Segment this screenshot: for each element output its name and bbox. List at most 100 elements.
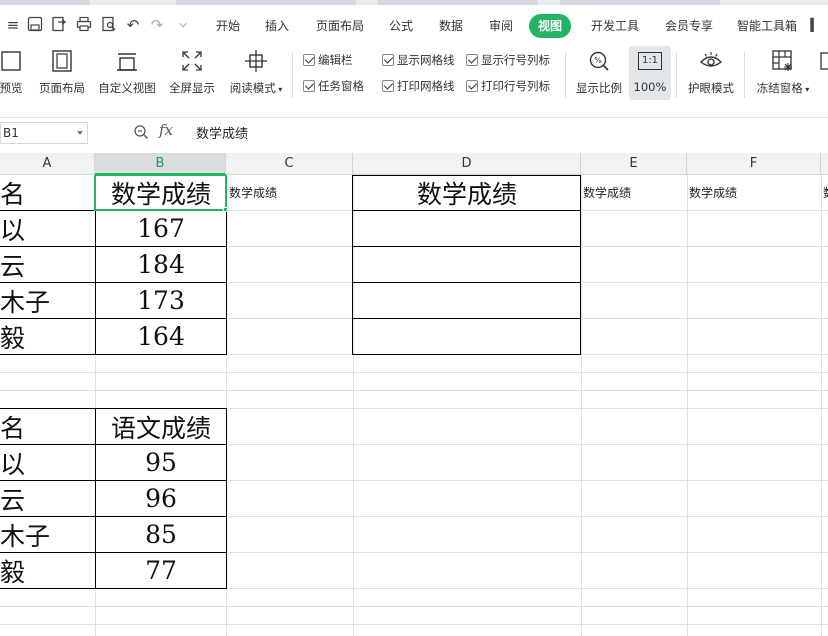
gridline [0, 606, 828, 607]
fullscreen-button[interactable]: 全屏显示 [166, 48, 218, 96]
cell-a4[interactable]: 木子 [0, 283, 95, 318]
cell-a2[interactable]: 以 [0, 211, 95, 246]
column-header-f[interactable]: F [687, 153, 821, 175]
gridline [353, 175, 354, 636]
print-gridlines-checkbox[interactable]: 打印网格线 [382, 78, 455, 94]
tab-formulas[interactable]: 公式 [388, 14, 414, 38]
formula-input[interactable]: 数学成绩 [196, 123, 248, 142]
column-header-g[interactable] [821, 153, 828, 175]
cell-b4[interactable]: 173 [96, 283, 226, 318]
column-header-b[interactable]: B [95, 153, 226, 175]
cell-f1[interactable]: 数学成绩 [689, 175, 821, 210]
show-headers-checkbox[interactable]: 显示行号列标 [466, 52, 550, 68]
gridline [821, 175, 822, 636]
cell-border [0, 588, 227, 589]
tab-home[interactable]: 开始 [215, 14, 241, 38]
cell-a13[interactable]: 毅 [0, 553, 95, 588]
cell-b12[interactable]: 85 [96, 517, 226, 552]
more-tabs-icon[interactable]: ▍ [806, 16, 824, 34]
fill-handle[interactable] [223, 207, 228, 212]
app-menu-icon[interactable]: ≡ [4, 16, 22, 34]
fullscreen-icon [166, 48, 218, 74]
redo-icon[interactable]: ↷ [148, 16, 166, 34]
custom-view-icon [96, 48, 158, 74]
print-icon[interactable] [75, 16, 93, 34]
gridline [0, 624, 828, 625]
cell-a1[interactable]: 名 [0, 175, 95, 210]
print-headers-checkbox[interactable]: 打印行号列标 [466, 78, 550, 94]
tab-data[interactable]: 数据 [438, 14, 464, 38]
column-header-d[interactable]: D [353, 153, 581, 175]
cell-a10[interactable]: 以 [0, 445, 95, 480]
tab-view[interactable]: 视图 [529, 14, 572, 38]
cell-b13[interactable]: 77 [96, 553, 226, 588]
gridline [0, 372, 828, 373]
cell-e1[interactable]: 数学成绩 [583, 175, 687, 210]
gridline [0, 390, 828, 391]
gridline [687, 175, 688, 636]
page-break-preview-button[interactable]: 预览 [0, 48, 30, 96]
ribbon-divider [565, 52, 566, 98]
more-ribbon-icon[interactable] [818, 48, 828, 74]
cell-a12[interactable]: 木子 [0, 517, 95, 552]
page-layout-view-button[interactable]: 页面布局 [37, 48, 87, 96]
cell-border [0, 354, 227, 355]
cell-b11[interactable]: 96 [96, 481, 226, 516]
chevron-down-icon: ▾ [802, 85, 810, 94]
cell-border [226, 408, 227, 589]
custom-view-button[interactable]: 自定义视图 [96, 48, 158, 96]
zoom-button[interactable]: % 显示比例 [572, 48, 626, 96]
cell-g1[interactable]: 数 [823, 175, 828, 210]
cell-a11[interactable]: 云 [0, 481, 95, 516]
tab-review[interactable]: 审阅 [488, 14, 514, 38]
ribbon-divider [744, 52, 745, 98]
customize-toolbar-icon[interactable]: ⌵ [174, 16, 192, 34]
tab-page-layout[interactable]: 页面布局 [314, 14, 366, 38]
cell-a3[interactable]: 云 [0, 247, 95, 282]
zoom-100-button[interactable]: 1:1 100% [629, 46, 671, 100]
column-header-e[interactable]: E [581, 153, 687, 175]
zoom-formula-icon[interactable] [133, 124, 149, 144]
cell-b5[interactable]: 164 [96, 319, 226, 354]
page-break-preview-icon [0, 48, 30, 74]
checkbox-checked-icon [466, 80, 478, 92]
cell-d1[interactable]: 数学成绩 [353, 175, 581, 210]
tab-smart-toolbox[interactable]: 智能工具箱 [736, 14, 798, 38]
name-box[interactable]: B1 [0, 122, 88, 144]
insert-function-button[interactable]: fx [159, 121, 173, 139]
cell-a5[interactable]: 毅 [0, 319, 95, 354]
edit-bar-checkbox[interactable]: 编辑栏 [303, 52, 353, 68]
tab-insert[interactable]: 插入 [264, 14, 290, 38]
show-gridlines-checkbox[interactable]: 显示网格线 [382, 52, 455, 68]
cell-b3[interactable]: 184 [96, 247, 226, 282]
cell-c1[interactable]: 数学成绩 [229, 175, 353, 210]
task-pane-checkbox[interactable]: 任务窗格 [303, 78, 364, 94]
tab-member[interactable]: 会员专享 [663, 14, 715, 38]
cell-a9[interactable]: 名 [0, 409, 95, 444]
undo-icon[interactable]: ↶ [124, 16, 142, 34]
cell-b9[interactable]: 语文成绩 [96, 409, 226, 444]
cell-b2[interactable]: 167 [96, 211, 226, 246]
eye-protection-button[interactable]: 护眼模式 [684, 48, 738, 96]
column-header-a[interactable]: A [0, 153, 95, 175]
print-preview-icon[interactable] [100, 16, 118, 34]
ribbon-divider [292, 52, 293, 98]
chevron-down-icon[interactable] [77, 131, 83, 135]
save-icon[interactable] [26, 16, 44, 34]
reading-mode-button[interactable]: 阅读模式 ▾ [226, 48, 286, 96]
active-cell-selection [94, 175, 227, 211]
ribbon-view: 预览 页面布局 自定义视图 全屏显示 阅读模式 ▾ 编辑栏 任务窗格 显示网格线… [0, 44, 828, 106]
spreadsheet-grid[interactable]: 名 数学成绩 数学成绩 数学成绩 数学成绩 数学成绩 数 以 167 云 184… [0, 175, 828, 636]
export-pdf-icon[interactable] [50, 16, 68, 34]
freeze-panes-button[interactable]: 冻结窗格 ▾ [752, 48, 814, 96]
window-top-strip [0, 0, 828, 5]
checkbox-checked-icon [382, 80, 394, 92]
checkbox-checked-icon [382, 54, 394, 66]
freeze-panes-icon [752, 48, 814, 74]
checkbox-checked-icon [303, 54, 315, 66]
cell-b10[interactable]: 95 [96, 445, 226, 480]
column-header-c[interactable]: C [226, 153, 353, 175]
cell-border [353, 246, 581, 247]
checkbox-checked-icon [303, 80, 315, 92]
tab-developer[interactable]: 开发工具 [589, 14, 641, 38]
